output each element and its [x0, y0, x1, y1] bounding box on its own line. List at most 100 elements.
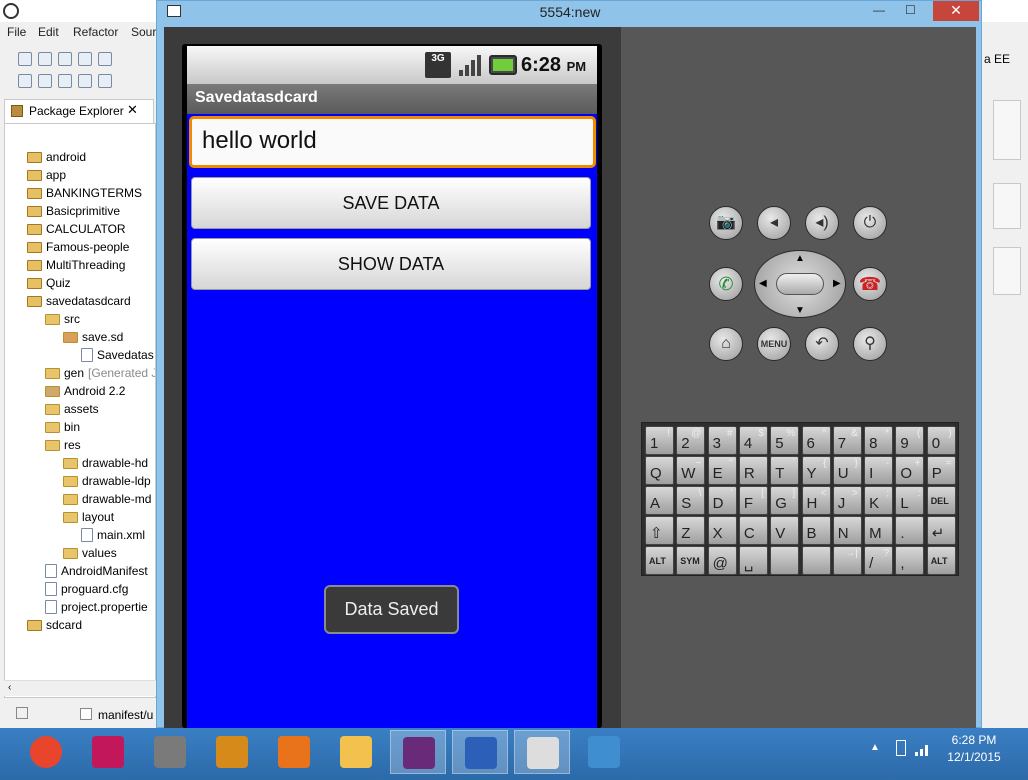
binary-icon[interactable]	[98, 52, 112, 66]
tree-item[interactable]: main.xml	[81, 526, 145, 544]
dpad-center-button[interactable]	[776, 273, 824, 295]
taskbar-button[interactable]	[266, 730, 322, 774]
taskbar-button[interactable]	[328, 730, 384, 774]
power-icon[interactable]: ⏻	[853, 206, 887, 240]
right-toolbox-3[interactable]	[993, 247, 1021, 295]
tree-item[interactable]: android	[27, 148, 86, 166]
key[interactable]: D '	[707, 486, 737, 515]
key[interactable]: Y{	[801, 456, 831, 485]
taskbar-button[interactable]	[80, 730, 136, 774]
taskbar-button[interactable]	[142, 730, 198, 774]
back-icon[interactable]: ↶	[805, 327, 839, 361]
tree-item[interactable]: proguard.cfg	[45, 580, 128, 598]
tree-item[interactable]: Quiz	[27, 274, 71, 292]
tree-item[interactable]: AndroidManifest	[45, 562, 148, 580]
search-icon[interactable]	[38, 74, 52, 88]
key[interactable]: 4 $	[738, 426, 768, 455]
taskbar-button[interactable]	[452, 730, 508, 774]
tree-item[interactable]: save.sd	[63, 328, 123, 346]
key[interactable]: 2 @	[676, 426, 706, 455]
key[interactable]: M	[864, 516, 894, 545]
tree-item[interactable]: Famous-people	[27, 238, 129, 256]
key[interactable]: →|	[832, 546, 862, 575]
taskbar-button[interactable]	[18, 730, 74, 774]
key[interactable]: 6 ^	[801, 426, 831, 455]
key[interactable]: Z	[676, 516, 706, 545]
tree-item[interactable]: bin	[45, 418, 80, 436]
key[interactable]: H <	[801, 486, 831, 515]
bottom-tab-label[interactable]: manifest/u	[98, 708, 153, 722]
key[interactable]: J >	[832, 486, 862, 515]
tree-item[interactable]: layout	[63, 508, 114, 526]
forward-arrow-icon[interactable]	[98, 74, 112, 88]
scroll-left-icon[interactable]: ‹	[8, 682, 11, 693]
key[interactable]: L:	[895, 486, 925, 515]
key[interactable]: K;	[864, 486, 894, 515]
tree-item[interactable]: drawable-hd	[63, 454, 148, 472]
tree-item[interactable]: sdcard	[27, 616, 82, 634]
key[interactable]: 7 &	[832, 426, 862, 455]
minimize-icon[interactable]: —	[873, 3, 885, 17]
taskbar-button[interactable]	[204, 730, 260, 774]
menu-refactor[interactable]: Refactor	[73, 25, 118, 39]
tree-item[interactable]: gen [Generated J	[45, 364, 155, 382]
key[interactable]: B	[801, 516, 831, 545]
save-icon[interactable]	[38, 52, 52, 66]
key[interactable]: Q	[645, 456, 674, 485]
print-icon[interactable]	[78, 52, 92, 66]
key[interactable]: 1!	[645, 426, 674, 455]
tree-item[interactable]: MultiThreading	[27, 256, 125, 274]
tree-item[interactable]: src	[45, 310, 80, 328]
close-window-icon[interactable]: ✕	[933, 1, 979, 21]
key[interactable]: X	[707, 516, 737, 545]
tree-item[interactable]: Savedatas	[81, 346, 154, 364]
key[interactable]: S \	[676, 486, 706, 515]
key[interactable]: ALT	[926, 546, 956, 575]
text-input[interactable]: hello world	[189, 116, 596, 168]
key[interactable]	[801, 546, 831, 575]
key[interactable]: DEL	[926, 486, 956, 515]
key[interactable]: U}	[832, 456, 862, 485]
taskbar-button[interactable]	[390, 730, 446, 774]
key[interactable]: ALT	[645, 546, 674, 575]
search-key-icon[interactable]: ⚲	[853, 327, 887, 361]
package-explorer-tab[interactable]: Package Explorer ✕	[4, 99, 154, 123]
key[interactable]: P =	[926, 456, 956, 485]
tree-item[interactable]: res	[45, 436, 81, 454]
key[interactable]: N	[832, 516, 862, 545]
key[interactable]: F[	[738, 486, 768, 515]
key[interactable]: I-	[864, 456, 894, 485]
horizontal-scrollbar[interactable]: ‹	[4, 680, 156, 696]
key[interactable]: .	[895, 516, 925, 545]
camera-icon[interactable]: 📷	[709, 206, 743, 240]
key[interactable]: 5%	[770, 426, 800, 455]
battery-tray-icon[interactable]	[896, 740, 906, 756]
show-data-button[interactable]: SHOW DATA	[191, 238, 591, 290]
maximize-icon[interactable]: ☐	[905, 3, 916, 17]
tree-item[interactable]: drawable-md	[63, 490, 151, 508]
key[interactable]: 8 *	[864, 426, 894, 455]
dpad-down-icon[interactable]: ▼	[795, 305, 805, 316]
tree-item[interactable]: Basicprimitive	[27, 202, 120, 220]
tree-item[interactable]: savedatasdcard	[27, 292, 131, 310]
signal-tray-icon[interactable]	[914, 742, 932, 756]
key[interactable]: 9(	[895, 426, 925, 455]
key[interactable]: V	[770, 516, 800, 545]
key[interactable]: T `	[770, 456, 800, 485]
dpad-right-icon[interactable]: ▶	[833, 278, 841, 289]
key[interactable]: @	[707, 546, 737, 575]
dpad-up-icon[interactable]: ▲	[795, 253, 805, 264]
key[interactable]: 0)	[926, 426, 956, 455]
right-toolbox-1[interactable]	[993, 100, 1021, 160]
save-all-icon[interactable]	[58, 52, 72, 66]
key[interactable]: O +	[895, 456, 925, 485]
menu-edit[interactable]: Edit	[38, 25, 59, 39]
tray-clock[interactable]: 6:28 PM 12/1/2015	[946, 732, 1002, 766]
back-arrow-icon[interactable]	[78, 74, 92, 88]
key[interactable]: ␣	[738, 546, 768, 575]
tree-item[interactable]: app	[27, 166, 66, 184]
key[interactable]: R	[738, 456, 768, 485]
right-toolbox-2[interactable]	[993, 183, 1021, 229]
taskbar-button[interactable]	[576, 730, 632, 774]
home-icon[interactable]: ⌂	[709, 327, 743, 361]
